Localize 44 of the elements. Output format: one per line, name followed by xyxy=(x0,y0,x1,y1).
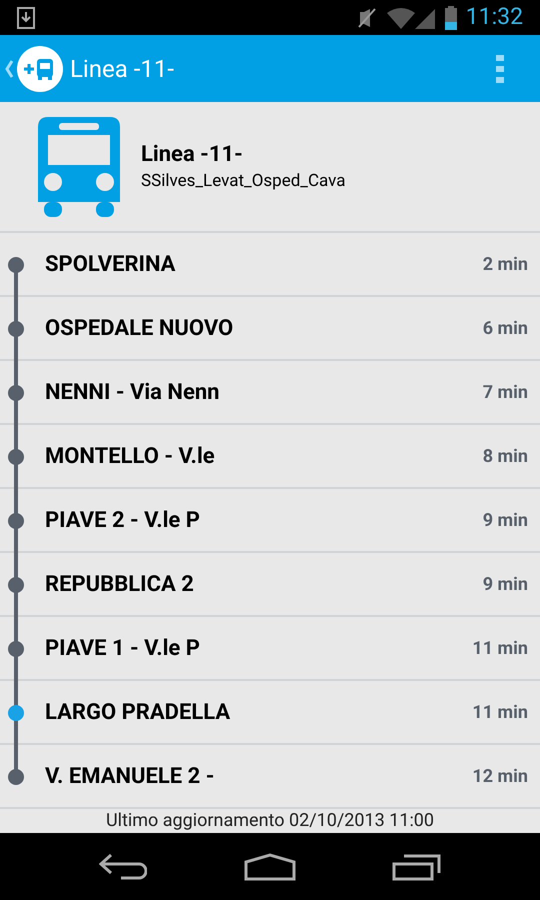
arrival-time: 6 min xyxy=(482,316,528,340)
arrival-time: 7 min xyxy=(482,380,528,404)
last-update-text: Ultimo aggiornamento 02/10/2013 11:00 xyxy=(106,810,434,831)
stop-row[interactable]: MONTELLO - V.le 8 min xyxy=(0,425,540,489)
stop-name: MONTELLO - V.le xyxy=(45,442,215,470)
stop-name: LARGO PRADELLA xyxy=(45,698,230,726)
stop-name: OSPEDALE NUOVO xyxy=(45,314,234,342)
stop-row[interactable]: PIAVE 2 - V.le P 9 min xyxy=(0,489,540,553)
stop-name: NENNI - Via Nenn xyxy=(45,378,220,406)
arrival-time: 12 min xyxy=(472,764,528,788)
stop-name: REPUBBLICA 2 xyxy=(45,570,194,598)
arrival-time: 9 min xyxy=(482,508,528,532)
route-name: SSilves_Levat_Osped_Cava xyxy=(141,170,346,192)
recent-apps-icon xyxy=(392,852,442,880)
stop-row[interactable]: LARGO PRADELLA 11 min xyxy=(0,681,540,745)
stop-name: PIAVE 1 - V.le P xyxy=(45,634,200,662)
line-name: Linea -11- xyxy=(141,140,244,168)
arrival-time: 11 min xyxy=(472,636,528,660)
app-bar-title: Linea -11- xyxy=(70,54,174,84)
arrival-time: 2 min xyxy=(482,252,528,276)
stop-name: PIAVE 2 - V.le P xyxy=(45,506,200,534)
back-icon xyxy=(99,852,148,880)
back-caret-icon xyxy=(4,58,14,78)
arrival-time: 9 min xyxy=(482,572,528,596)
bus-icon xyxy=(38,116,120,216)
stop-row[interactable]: V. EMANUELE 2 - 12 min xyxy=(0,745,540,809)
signal-icon xyxy=(414,6,435,28)
app-logo-icon xyxy=(17,46,63,92)
stop-name: V. EMANUELE 2 - xyxy=(45,762,214,790)
stop-row[interactable]: SPOLVERINA 2 min xyxy=(0,233,540,297)
arrival-time: 8 min xyxy=(482,444,528,468)
stop-row[interactable]: PIAVE 1 - V.le P 11 min xyxy=(0,617,540,681)
clock-time: 11:32 xyxy=(466,2,523,32)
battery-icon xyxy=(444,6,457,30)
home-icon xyxy=(244,852,296,880)
arrival-time: 11 min xyxy=(472,700,528,724)
menu-icon xyxy=(496,54,504,82)
download-notification-icon xyxy=(17,6,35,28)
stop-name: SPOLVERINA xyxy=(45,250,176,278)
mute-icon xyxy=(356,6,377,28)
stop-row[interactable]: REPUBBLICA 2 9 min xyxy=(0,553,540,617)
wifi-icon xyxy=(386,6,415,28)
stop-row[interactable]: OSPEDALE NUOVO 6 min xyxy=(0,297,540,361)
stop-row[interactable]: NENNI - Via Nenn 7 min xyxy=(0,361,540,425)
